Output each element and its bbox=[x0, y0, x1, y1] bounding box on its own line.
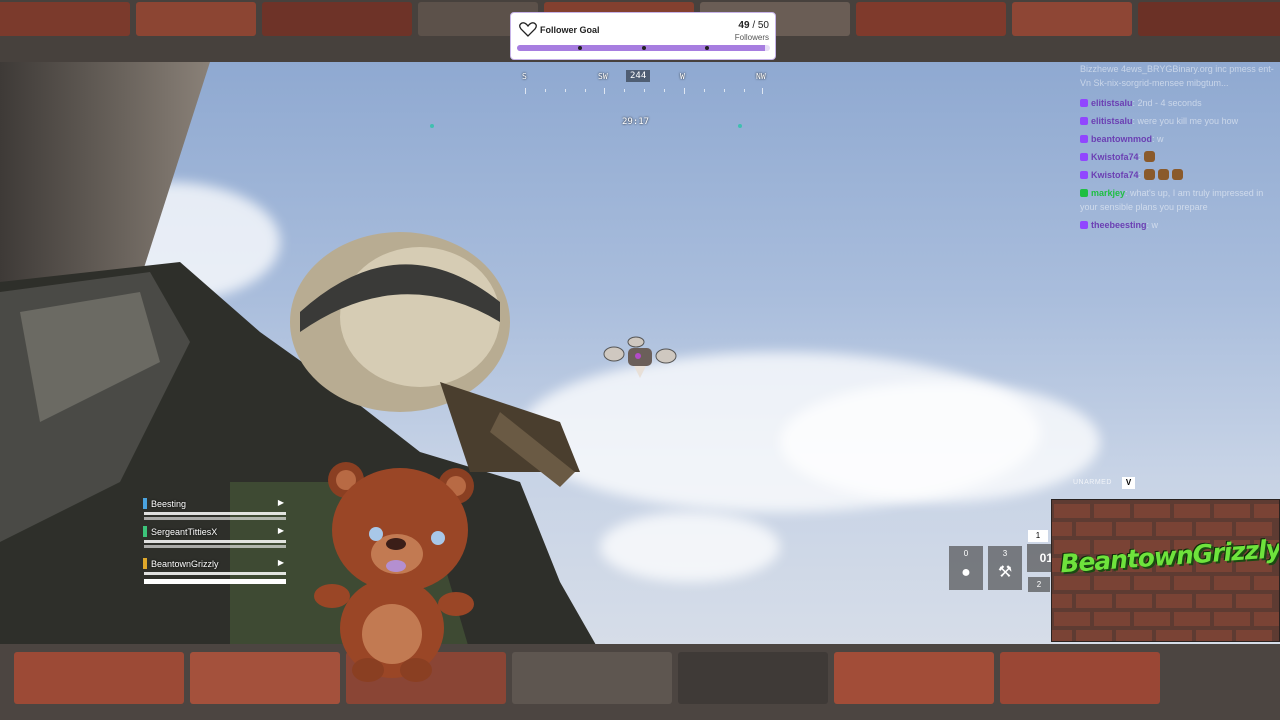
armor-bar bbox=[144, 545, 286, 548]
bear-emote-icon bbox=[1157, 169, 1169, 180]
squad-member: BeantownGrizzly ▶ bbox=[142, 556, 288, 584]
goal-count: 49 / 50 bbox=[738, 20, 769, 31]
twitch-badge-icon bbox=[1080, 117, 1088, 125]
goal-title: Follower Goal bbox=[540, 25, 600, 35]
chat-text: w bbox=[1151, 220, 1159, 230]
moderator-badge-icon bbox=[1080, 189, 1088, 197]
chat-text: 2nd - 4 seconds bbox=[1137, 98, 1202, 108]
goal-milestone bbox=[578, 46, 582, 50]
chat-message: Bizzhewe 4ews_BRYGBinary.org inc pmess e… bbox=[1080, 62, 1280, 90]
chat-username[interactable]: beantownmod bbox=[1091, 134, 1152, 144]
weapon-slot-1[interactable]: 1 bbox=[1028, 530, 1048, 542]
lethal-slot[interactable]: 0 ● bbox=[949, 546, 983, 590]
poop-emote-icon bbox=[1143, 151, 1155, 162]
squad-color-marker bbox=[143, 526, 147, 537]
chat-text: Bizzhewe 4ews_BRYGBinary.org inc pmess e… bbox=[1080, 64, 1274, 88]
speaker-icon: ▶ bbox=[277, 526, 284, 535]
weapon-selector[interactable]: 1 01 2 bbox=[1027, 528, 1053, 594]
compass-label-sw: SW bbox=[598, 72, 608, 81]
chat-message: Kwistofa74: bbox=[1080, 150, 1280, 164]
slot-count: 0 bbox=[963, 549, 969, 558]
chat-username[interactable]: Kwistofa74 bbox=[1091, 152, 1139, 162]
match-timer: 29:17 bbox=[622, 117, 650, 127]
armor-bar bbox=[144, 579, 286, 584]
drone bbox=[603, 336, 677, 378]
weapon-label: UNARMED bbox=[1073, 479, 1112, 486]
squad-member-name: SergeantTittiesX bbox=[151, 527, 218, 537]
chat-username[interactable]: elitistsalu bbox=[1091, 116, 1133, 126]
chat-username[interactable]: Kwistofa74 bbox=[1091, 170, 1139, 180]
pickaxe-icon: ⚒ bbox=[997, 564, 1013, 581]
compass-heading: 244 bbox=[626, 70, 651, 82]
squad-member-name: Beesting bbox=[151, 499, 187, 509]
chat-message: theebeesting: w bbox=[1080, 218, 1280, 232]
brick-wall-bottom bbox=[0, 644, 1280, 720]
health-bar bbox=[144, 540, 286, 543]
weapon-slot-2[interactable]: 2 bbox=[1028, 577, 1050, 592]
twitch-badge-icon bbox=[1080, 221, 1088, 229]
chat-message: beantownmod: w bbox=[1080, 132, 1280, 146]
bear-emote-icon bbox=[1171, 169, 1183, 180]
twitch-badge-icon bbox=[1080, 171, 1088, 179]
twitch-badge-icon bbox=[1080, 99, 1088, 107]
goal-target: / 50 bbox=[752, 20, 769, 31]
bear-emote-icon bbox=[1143, 169, 1155, 180]
twitch-badge-icon bbox=[1080, 153, 1088, 161]
squad-color-marker bbox=[143, 498, 147, 509]
speaker-icon: ▶ bbox=[277, 558, 284, 567]
chat-message: Kwistofa74: bbox=[1080, 168, 1280, 182]
chat-username[interactable]: elitistsalu bbox=[1091, 98, 1133, 108]
compass-label-w: W bbox=[680, 72, 685, 81]
armor-bar bbox=[144, 517, 286, 520]
teddy-bear-mascot bbox=[314, 462, 474, 682]
chat-message: elitistsalu: were you kill me you how bbox=[1080, 114, 1280, 128]
compass-label-nw: NW bbox=[756, 72, 766, 81]
chat-username[interactable]: markjey bbox=[1091, 188, 1125, 198]
tactical-slot[interactable]: 3 ⚒ bbox=[988, 546, 1022, 590]
squad-panel: Beesting ▶ SergeantTittiesX ▶ BeantownGr… bbox=[142, 496, 288, 584]
stream-overlay: S SW 244 W NW 29:17 Follower Goal 49 / 5… bbox=[0, 0, 1280, 720]
health-bar bbox=[144, 572, 286, 575]
chat-message: elitistsalu: 2nd - 4 seconds bbox=[1080, 96, 1280, 110]
chat-username[interactable]: theebeesting bbox=[1091, 220, 1147, 230]
squad-color-marker bbox=[143, 558, 147, 569]
chat-text: w bbox=[1157, 134, 1164, 144]
slot-count: 3 bbox=[1002, 549, 1008, 558]
goal-current: 49 bbox=[738, 20, 750, 31]
speaker-icon: ▶ bbox=[277, 498, 284, 507]
goal-milestone bbox=[642, 46, 646, 50]
squad-member: Beesting ▶ bbox=[142, 496, 288, 520]
squad-member-name: BeantownGrizzly bbox=[151, 559, 219, 569]
goal-progress-fill bbox=[517, 45, 765, 51]
weapon-keybind: V bbox=[1122, 477, 1135, 489]
chat-panel: Bizzhewe 4ews_BRYGBinary.org inc pmess e… bbox=[1080, 62, 1280, 482]
streamer-logo-panel: BeantownGrizzly bbox=[1051, 499, 1280, 642]
compass-label-s: S bbox=[522, 72, 527, 81]
weapon-slot-active[interactable]: 01 bbox=[1027, 544, 1053, 572]
health-bar bbox=[144, 512, 286, 515]
compass: S SW 244 W NW bbox=[510, 70, 772, 100]
follower-goal-widget: Follower Goal 49 / 50 Followers bbox=[510, 12, 776, 60]
chat-text: were you kill me you how bbox=[1137, 116, 1239, 126]
marker-left bbox=[430, 124, 434, 128]
squad-member: SergeantTittiesX ▶ bbox=[142, 524, 288, 548]
goal-milestone bbox=[705, 46, 709, 50]
twitch-badge-icon bbox=[1080, 135, 1088, 143]
heart-icon bbox=[519, 22, 537, 37]
grenade-icon: ● bbox=[961, 564, 971, 581]
goal-subtitle: Followers bbox=[734, 33, 769, 42]
marker-right bbox=[738, 124, 742, 128]
chat-message: markjey: what's up, I am truly impressed… bbox=[1080, 188, 1264, 212]
